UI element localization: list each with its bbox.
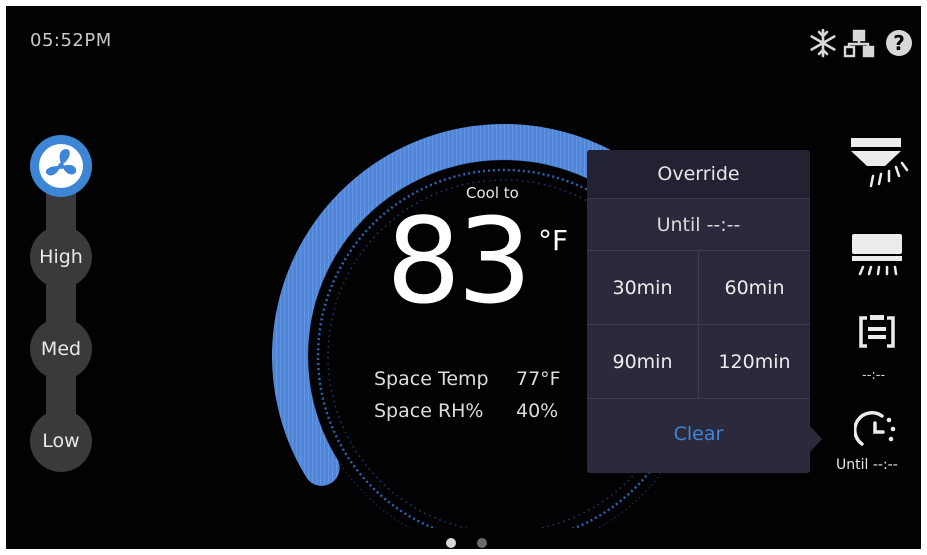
fan-mode-button[interactable] (30, 135, 92, 197)
setpoint-value[interactable]: 83 (386, 202, 532, 320)
help-icon[interactable]: ? (886, 30, 912, 56)
override-title: Override (587, 150, 810, 198)
ac-swing-icon[interactable] (849, 136, 911, 194)
top-icons: ? (810, 28, 912, 58)
fan-speed-column: High Med Low (30, 131, 92, 472)
space-rh-value: 40% (516, 400, 559, 422)
page-dot[interactable] (477, 538, 487, 548)
fan-speed-med[interactable]: Med (30, 318, 92, 380)
space-temp-label: Space Temp (374, 368, 489, 390)
popover-arrow (810, 426, 822, 452)
override-120min-button[interactable]: 120min (699, 324, 810, 399)
setpoint-unit: °F (538, 224, 569, 257)
schedule-icon[interactable] (857, 312, 897, 352)
snowflake-icon[interactable] (810, 28, 836, 58)
fan-speed-low[interactable]: Low (30, 410, 92, 472)
thermostat-screen: 05:52PM ? High Med Low Cool to 83 °F Spa… (6, 6, 921, 549)
fan-icon (39, 144, 83, 188)
network-icon[interactable] (843, 29, 875, 58)
space-temp-value: 77°F (516, 368, 561, 390)
clock: 05:52PM (30, 30, 112, 51)
schedule-value: --:-- (862, 368, 886, 383)
override-until: Until --:-- (587, 198, 810, 251)
override-popover: Override Until --:-- 30min 60min 90min 1… (587, 150, 822, 474)
fan-connector (46, 375, 76, 415)
override-30min-button[interactable]: 30min (587, 250, 699, 325)
override-clear-button[interactable]: Clear (587, 398, 810, 474)
svg-text:?: ? (893, 31, 905, 55)
timer-icon[interactable] (854, 410, 900, 450)
ac-vent-icon[interactable] (849, 232, 911, 278)
page-dot-active[interactable] (446, 538, 456, 548)
timer-value: Until --:-- (836, 457, 898, 473)
fan-connector (46, 283, 76, 323)
override-90min-button[interactable]: 90min (587, 324, 699, 399)
fan-speed-high[interactable]: High (30, 226, 92, 288)
override-60min-button[interactable]: 60min (699, 250, 810, 325)
space-rh-label: Space RH% (374, 400, 484, 422)
